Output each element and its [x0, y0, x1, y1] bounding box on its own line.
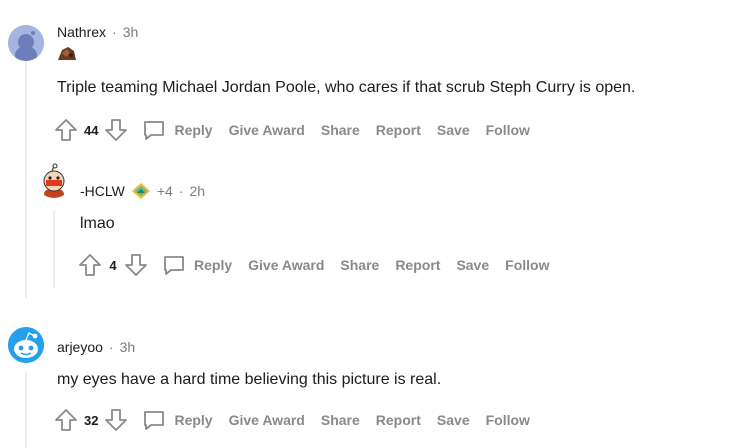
- comment-body: my eyes have a hard time believing this …: [57, 371, 442, 388]
- snoo-avatar-icon: [43, 163, 65, 198]
- upvote-icon[interactable]: [78, 253, 102, 277]
- comment-bubble-icon: [144, 411, 165, 430]
- snoo-avatar-icon: [8, 327, 44, 363]
- username[interactable]: arjeyoo: [57, 338, 103, 356]
- comment-body: lmao: [80, 215, 115, 232]
- save-button[interactable]: Save: [437, 122, 470, 138]
- comment-meta: Nathrex · 3h: [57, 23, 138, 41]
- award-icon[interactable]: [56, 44, 78, 62]
- username[interactable]: Nathrex: [57, 23, 106, 41]
- report-button[interactable]: Report: [376, 412, 421, 428]
- reply-button[interactable]: Reply: [142, 408, 213, 432]
- separator: ·: [108, 339, 114, 355]
- comment-actions: 32 Reply Give Award Share Report Save Fo…: [54, 407, 546, 433]
- follow-button[interactable]: Follow: [505, 257, 549, 273]
- timestamp[interactable]: 3h: [123, 23, 139, 41]
- comment-actions: 4 Reply Give Award Share Report Save Fol…: [78, 252, 565, 278]
- report-button[interactable]: Report: [376, 122, 421, 138]
- downvote-icon[interactable]: [104, 408, 128, 432]
- vote-count: 44: [84, 122, 99, 138]
- downvote-icon[interactable]: [104, 118, 128, 142]
- upvote-icon[interactable]: [54, 118, 78, 142]
- thread-line[interactable]: [25, 372, 27, 448]
- downvote-icon[interactable]: [124, 253, 148, 277]
- comment-meta: arjeyoo · 3h: [57, 338, 135, 356]
- timestamp[interactable]: 2h: [189, 182, 205, 200]
- comment-actions: 44 Reply Give Award Share Report Save Fo…: [54, 117, 546, 143]
- report-button[interactable]: Report: [395, 257, 440, 273]
- flair-icon: [131, 182, 151, 200]
- separator: ·: [178, 183, 184, 199]
- follow-button[interactable]: Follow: [486, 122, 530, 138]
- give-award-button[interactable]: Give Award: [229, 122, 305, 138]
- reply-label: Reply: [194, 257, 233, 273]
- avatar[interactable]: [8, 327, 44, 363]
- thread-line[interactable]: [53, 210, 55, 288]
- give-award-button[interactable]: Give Award: [229, 412, 305, 428]
- follow-button[interactable]: Follow: [486, 412, 530, 428]
- thread-line[interactable]: [25, 62, 27, 298]
- give-award-button[interactable]: Give Award: [248, 257, 324, 273]
- comment-bubble-icon: [144, 121, 165, 140]
- vote-count: 4: [109, 257, 117, 273]
- reply-label: Reply: [174, 412, 213, 428]
- username[interactable]: -HCLW: [80, 182, 125, 200]
- share-button[interactable]: Share: [340, 257, 379, 273]
- comment-body: Triple teaming Michael Jordan Poole, who…: [57, 79, 636, 96]
- upvote-icon[interactable]: [54, 408, 78, 432]
- reply-button[interactable]: Reply: [142, 118, 213, 142]
- reply-button[interactable]: Reply: [162, 253, 232, 277]
- reply-label: Reply: [174, 122, 213, 138]
- snoo-avatar-icon: [8, 25, 44, 61]
- avatar[interactable]: [36, 162, 72, 198]
- share-button[interactable]: Share: [321, 412, 360, 428]
- vote-count: 32: [84, 412, 99, 428]
- avatar[interactable]: [8, 25, 44, 61]
- comment-meta: -HCLW +4 · 2h: [80, 182, 205, 200]
- flair-text: +4: [156, 183, 173, 199]
- save-button[interactable]: Save: [437, 412, 470, 428]
- share-button[interactable]: Share: [321, 122, 360, 138]
- timestamp[interactable]: 3h: [120, 338, 136, 356]
- save-button[interactable]: Save: [456, 257, 489, 273]
- separator: ·: [112, 24, 117, 40]
- comment-bubble-icon: [164, 256, 184, 275]
